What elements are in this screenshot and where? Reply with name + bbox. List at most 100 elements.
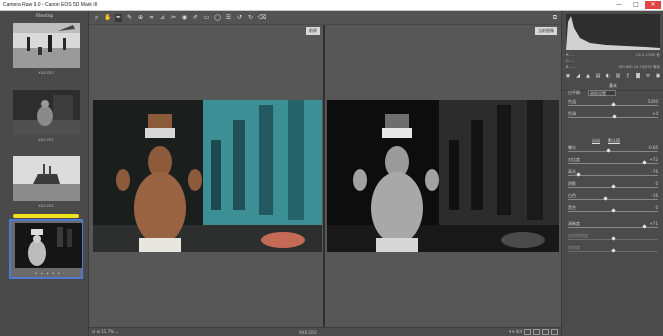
toolbar: ⌕ ✋ ✒ ✎ ⊕ ⌗ ⊿ ✂ ◉ ✐ ▭ ◯ ☰ ↺ ↻ ⌫ ⧉ <box>89 11 561 25</box>
slider-row: 高光 -76 <box>568 169 658 180</box>
exposure-info: f/2.5 1/250 秒 <box>636 53 660 57</box>
filmstrip-thumb-1[interactable]: XXX.CR2 <box>9 21 83 81</box>
filmstrip-panel: Filmstrip XXX.CR2 XXX.CR2 XXX.CR2 • • • … <box>0 11 89 336</box>
slider-row: 阴影 0 <box>568 181 658 192</box>
slider-value[interactable]: -76 <box>651 169 658 174</box>
trash-icon[interactable]: ⌫ <box>258 14 266 22</box>
slider-value[interactable]: 5200 <box>648 99 658 104</box>
slider-row: 黑色 0 <box>568 205 658 216</box>
lens-info: ISO 800 24-70@32 毫米 <box>618 65 660 69</box>
tab-hsl-icon[interactable]: ▤ <box>594 73 602 81</box>
close-button[interactable]: ✕ <box>645 1 661 9</box>
slider-row: 色温 5200 <box>568 99 658 110</box>
view-single-icon[interactable] <box>524 329 531 335</box>
spot-removal-icon[interactable]: ✂ <box>170 14 177 22</box>
camera-info: R: --- f/2.5 1/250 秒 G: --- B: --- ISO 800… <box>566 53 660 71</box>
slider-value[interactable]: -16 <box>651 193 658 198</box>
graduated-filter-icon[interactable]: ▭ <box>203 14 210 22</box>
view-settings-icon[interactable] <box>551 329 558 335</box>
thumb-image-boat <box>13 156 80 201</box>
slider-track[interactable] <box>568 199 658 200</box>
tab-presets-icon[interactable]: ≡ <box>644 73 652 81</box>
thumb-caption: XXX.CR2 <box>38 204 54 208</box>
crop-icon[interactable]: ⌗ <box>148 14 155 22</box>
histogram <box>566 14 660 50</box>
after-label: 当前图像 <box>535 27 557 35</box>
tab-lens-icon[interactable]: ▥ <box>614 73 622 81</box>
maximize-button[interactable]: □ <box>628 1 644 9</box>
zoom-level[interactable]: ⊟ ⊞ 11.7% ⌄ <box>92 329 119 334</box>
filmstrip-thumb-2[interactable]: XXX.CR2 <box>9 88 83 148</box>
adjustment-panel: R: --- f/2.5 1/250 秒 G: --- B: --- ISO 800… <box>561 11 663 336</box>
filmstrip-title: Filmstrip <box>35 13 54 18</box>
slider-row: 自然饱和度 <box>568 233 658 244</box>
white-balance-select[interactable]: 原照设置 <box>588 90 616 96</box>
page-indicator[interactable]: ⏴ ⏵ 4/4 <box>509 329 522 335</box>
status-bar: ⊟ ⊞ 11.7% ⌄ XXX.CR2 ⏴ ⏵ 4/4 <box>89 327 561 336</box>
rotate-right-icon[interactable]: ↻ <box>247 14 254 22</box>
filmstrip-thumb-4-selected[interactable]: • • • • • <box>9 219 83 279</box>
tab-tone-curve-icon[interactable]: ◢ <box>574 73 582 81</box>
filter-highlight-bar <box>13 214 79 218</box>
slider-track[interactable] <box>568 151 658 152</box>
tab-effects-icon[interactable]: ƒ <box>624 73 632 81</box>
thumb-image-beach <box>13 23 80 68</box>
preferences-icon[interactable]: ☰ <box>225 14 232 22</box>
title-bar: Camera Raw 9.0 - Canon EOS 5D Mark III —… <box>0 0 663 11</box>
fullscreen-icon[interactable]: ⧉ <box>553 14 557 22</box>
tab-basic-icon[interactable]: ◉ <box>564 73 572 81</box>
zoom-icon[interactable]: ⌕ <box>93 14 100 22</box>
panel-tabs: ◉ ◢ ▲ ▤ ◐ ▥ ƒ ◙ ≡ ▣ <box>564 73 662 81</box>
rotate-left-icon[interactable]: ↺ <box>236 14 243 22</box>
default-link[interactable]: 默认值 <box>608 138 620 144</box>
tab-snapshots-icon[interactable]: ▣ <box>654 73 662 81</box>
slider-row: 色调 +4 <box>568 111 658 122</box>
targeted-adjust-icon[interactable]: ⊕ <box>137 14 144 22</box>
radial-filter-icon[interactable]: ◯ <box>214 14 221 22</box>
auto-default-links: 自动 默认值 <box>592 138 620 144</box>
thumb-image-headdress-man <box>15 223 82 268</box>
rating-stars[interactable]: • • • • • <box>11 271 85 276</box>
slider-row: 曝光 -0.60 <box>568 145 658 156</box>
preview-before[interactable]: 前原 <box>89 25 324 327</box>
tab-split-toning-icon[interactable]: ◐ <box>604 73 612 81</box>
minimize-button[interactable]: — <box>611 1 627 9</box>
color-sampler-icon[interactable]: ✎ <box>126 14 133 22</box>
preview-after[interactable]: 当前图像 <box>325 25 561 327</box>
photo-after-bw <box>327 100 559 252</box>
b-value: B: --- <box>566 65 575 69</box>
white-balance-icon[interactable]: ✒ <box>115 14 122 22</box>
view-swap-icon[interactable] <box>542 329 549 335</box>
thumb-caption: XXX.CR2 <box>38 138 54 142</box>
tab-camera-calibration-icon[interactable]: ◙ <box>634 73 642 81</box>
slider-value[interactable]: 0 <box>655 181 658 186</box>
adjustment-brush-icon[interactable]: ✐ <box>192 14 199 22</box>
slider-row: 饱和度 <box>568 245 658 256</box>
white-balance-label: 白平衡: <box>568 90 582 95</box>
white-balance-row: 白平衡: 原照设置 <box>568 90 658 97</box>
filmstrip-thumb-3[interactable]: XXX.CR2 <box>9 154 83 214</box>
before-label: 前原 <box>306 27 320 35</box>
slider-track[interactable] <box>568 175 658 176</box>
slider-value[interactable]: +4 <box>652 111 658 116</box>
slider-value[interactable]: -0.60 <box>648 145 658 150</box>
thumb-caption: XXX.CR2 <box>38 71 54 75</box>
slider-row: 白色 -16 <box>568 193 658 204</box>
straighten-icon[interactable]: ⊿ <box>159 14 166 22</box>
slider-value[interactable]: 0 <box>655 205 658 210</box>
slider-row: 清晰度 +71 <box>568 221 658 232</box>
view-split-icon[interactable] <box>533 329 540 335</box>
photo-before-color <box>93 100 322 252</box>
view-controls: ⏴ ⏵ 4/4 <box>509 329 558 335</box>
hand-icon[interactable]: ✋ <box>104 14 111 22</box>
tool-strip: ⌕ ✋ ✒ ✎ ⊕ ⌗ ⊿ ✂ ◉ ✐ ▭ ◯ ☰ ↺ ↻ ⌫ <box>93 14 266 22</box>
file-name: XXX.CR2 <box>299 330 317 335</box>
slider-value[interactable]: +71 <box>650 221 658 226</box>
red-eye-icon[interactable]: ◉ <box>181 14 188 22</box>
slider-row: 对比度 +72 <box>568 157 658 168</box>
slider-value[interactable]: +72 <box>650 157 658 162</box>
auto-link[interactable]: 自动 <box>592 138 600 144</box>
window-controls: — □ ✕ <box>611 1 661 9</box>
tab-detail-icon[interactable]: ▲ <box>584 73 592 81</box>
thumb-image-sitting-man <box>13 90 80 135</box>
